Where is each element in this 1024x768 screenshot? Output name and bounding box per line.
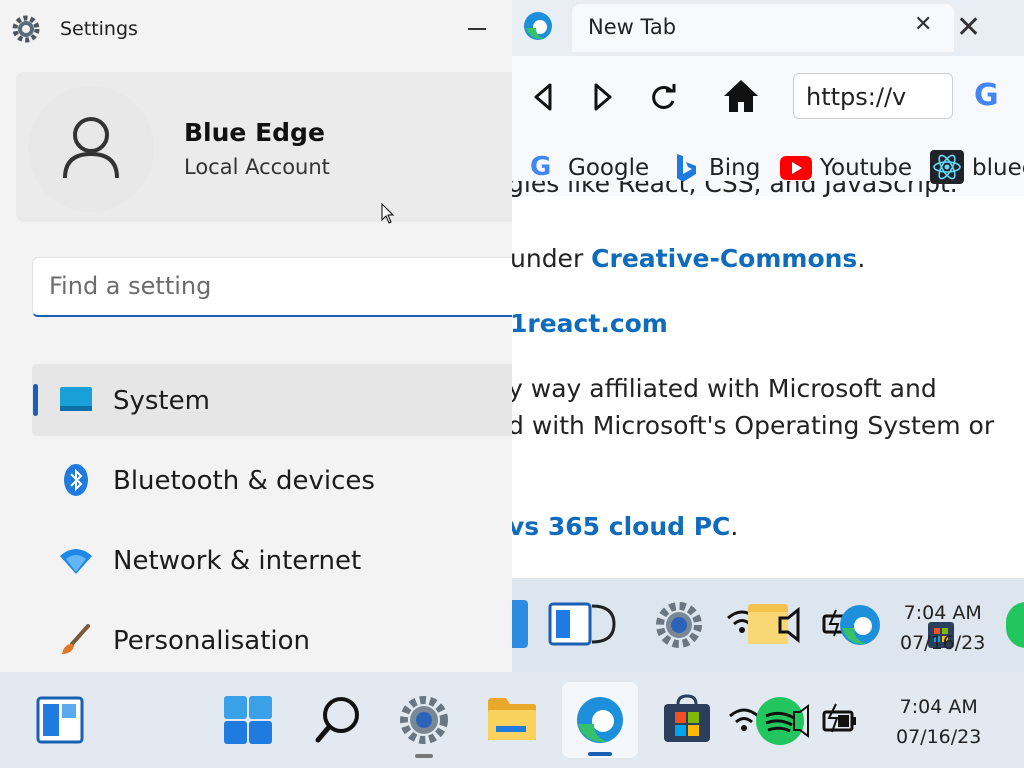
google-icon[interactable]: G — [974, 78, 999, 113]
address-bar[interactable]: https://v — [793, 73, 953, 119]
selection-indicator — [33, 384, 38, 416]
bookmark-bing[interactable]: Bing — [709, 155, 760, 181]
settings-window: Settings Blue Edge Local Account Find a … — [0, 0, 512, 672]
clock-date: 07/16/23 — [896, 726, 982, 748]
sidebar-item-system[interactable] — [32, 364, 512, 436]
content-line: gies like React, CSS, and JavaScript. — [512, 181, 1024, 201]
running-indicator — [415, 754, 433, 758]
search-icon[interactable] — [314, 694, 364, 744]
content-text: gies like React, CSS, and JavaScript. — [512, 181, 958, 198]
edge-taskbar-icon[interactable] — [574, 694, 626, 746]
back-icon[interactable] — [532, 82, 554, 112]
close-tab-icon[interactable]: ✕ — [914, 12, 932, 37]
url-text: https://v — [806, 83, 907, 111]
settings-title: Settings — [60, 18, 138, 40]
wifi-volume-icon[interactable] — [728, 696, 818, 746]
widgets-icon[interactable] — [36, 696, 84, 744]
bookmark-google[interactable]: Google — [568, 155, 649, 181]
gear-icon — [12, 15, 40, 43]
search-placeholder: Find a setting — [49, 272, 212, 300]
content-line: 1react.com — [512, 309, 668, 338]
content-line: y way affiliated with Microsoft and — [512, 374, 937, 403]
youtube-icon — [780, 156, 812, 180]
close-window-icon[interactable]: ✕ — [956, 10, 981, 45]
file-explorer-icon[interactable] — [486, 696, 538, 744]
user-icon — [63, 117, 119, 179]
cloud-pc-link[interactable]: vs 365 cloud PC — [512, 512, 730, 541]
content-text: . — [730, 512, 739, 541]
battery-edge-icon[interactable] — [822, 600, 882, 650]
avatar — [28, 86, 154, 212]
clock-time: 7:04 AM — [899, 696, 978, 718]
account-type: Local Account — [184, 155, 330, 179]
start-icon[interactable] — [222, 694, 274, 746]
content-text: . — [857, 244, 866, 273]
cursor-icon — [381, 203, 395, 224]
brush-icon — [62, 624, 90, 654]
settings-gear-icon[interactable] — [654, 600, 704, 650]
content-line: vs 365 cloud PC. — [512, 512, 738, 541]
content-line: d with Microsoft's Operating System or — [512, 411, 995, 440]
forward-icon[interactable] — [592, 82, 614, 112]
sidebar-item-label: Bluetooth & devices — [113, 466, 375, 496]
snap-layout-icon[interactable] — [548, 600, 618, 648]
taskbar-clock[interactable]: 7:04 AM 07/16/23 — [896, 692, 981, 752]
sidebar-item-label: Personalisation — [113, 626, 311, 656]
refresh-icon[interactable] — [648, 82, 678, 112]
store-taskbar-icon[interactable] — [662, 692, 712, 744]
battery-icon[interactable] — [820, 702, 860, 736]
sidebar-item-label: System — [113, 386, 210, 416]
content-text: under — [512, 244, 592, 273]
bing-icon — [677, 154, 696, 182]
home-icon[interactable] — [722, 78, 760, 114]
tab-title: New Tab — [588, 15, 677, 39]
mini-clock-time: 7:04 AM — [903, 602, 982, 624]
edge-icon — [524, 12, 552, 40]
bluetooth-icon — [64, 464, 88, 496]
search-input[interactable]: Find a setting — [32, 257, 512, 317]
react-icon — [930, 150, 964, 184]
site-link[interactable]: 1react.com — [512, 309, 668, 338]
monitor-icon — [60, 387, 92, 411]
explorer-volume-icon[interactable] — [726, 600, 810, 650]
minimize-button[interactable] — [462, 14, 492, 44]
browser-window: New Tab ✕ ✕ https://v G G Google Bing Yo… — [512, 0, 1024, 578]
bookmark-bluee[interactable]: bluee — [972, 155, 1024, 181]
mini-clock: 7:04 AM 07/16/23 — [900, 598, 985, 658]
sidebar-item-label: Network & internet — [113, 546, 362, 576]
mini-clock-date: 07/16/23 — [900, 632, 986, 654]
content-line: under Creative-Commons. — [512, 244, 865, 273]
active-indicator — [588, 752, 612, 756]
bookmark-youtube[interactable]: Youtube — [820, 155, 912, 181]
account-name: Blue Edge — [184, 118, 325, 147]
windows-logo-icon — [512, 600, 528, 648]
wifi-icon — [60, 549, 92, 574]
google-icon: G — [530, 152, 552, 182]
settings-icon[interactable] — [398, 694, 450, 746]
creative-commons-link[interactable]: Creative-Commons — [591, 244, 857, 273]
